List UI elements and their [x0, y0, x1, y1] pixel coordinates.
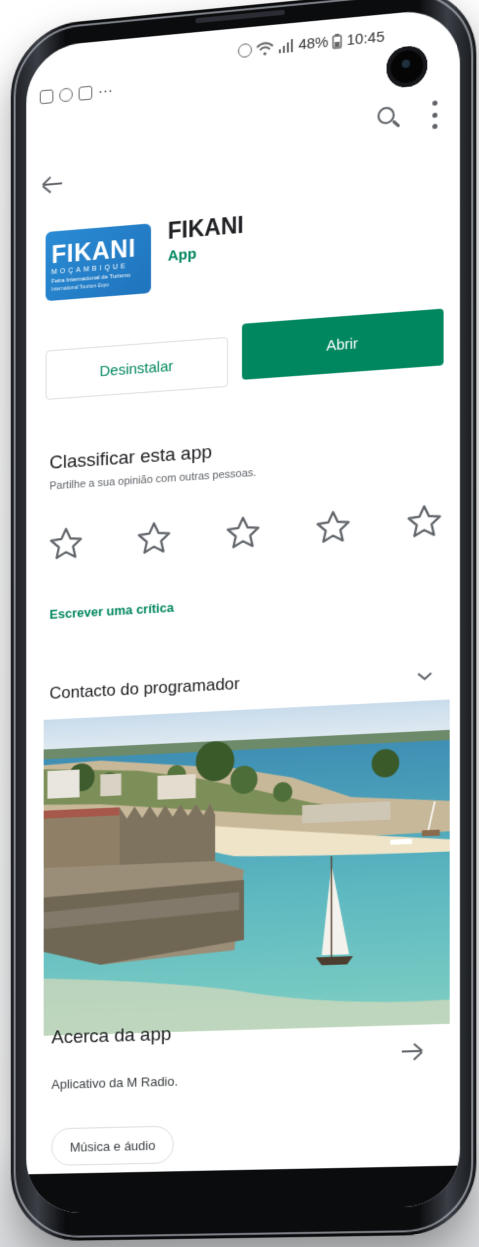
chevron-down-icon[interactable]: [417, 670, 431, 685]
star-icon-1[interactable]: [48, 524, 85, 564]
phone-screen: 48% 10:45 ··· FIKANI MOÇAMBIQUE Feira In…: [26, 7, 460, 1214]
status-more: ···: [98, 81, 113, 100]
stage: 48% 10:45 ··· FIKANI MOÇAMBIQUE Feira In…: [0, 0, 479, 1247]
write-review-link[interactable]: Escrever uma crítica: [49, 600, 173, 622]
developer-contact-title: Contacto do programador: [49, 674, 240, 703]
arrow-forward-icon[interactable]: [401, 1041, 423, 1062]
star-icon-3[interactable]: [224, 513, 262, 553]
front-camera: [386, 44, 428, 89]
search-icon[interactable]: [374, 103, 402, 134]
status-time: 10:45: [346, 28, 385, 50]
screen-bottom-edge: [26, 1165, 460, 1214]
app-icon: FIKANI MOÇAMBIQUE Feira Internacional de…: [45, 223, 152, 302]
rating-title: Classificar esta app: [49, 441, 213, 474]
star-icon-2[interactable]: [135, 518, 172, 558]
app-category[interactable]: App: [168, 246, 197, 265]
wifi-icon: [256, 41, 274, 55]
phone-frame: 48% 10:45 ··· FIKANI MOÇAMBIQUE Feira In…: [10, 0, 477, 1242]
status-bar-left: ···: [39, 81, 113, 106]
status-bar-right: 48% 10:45: [238, 28, 385, 59]
star-icon-5[interactable]: [405, 501, 444, 542]
open-button[interactable]: Abrir: [241, 308, 444, 380]
app-title: FIKANI: [167, 211, 244, 244]
about-description: Aplicativo da M Radio.: [51, 1073, 178, 1092]
battery-icon: [333, 33, 343, 49]
about-title: Acerca da app: [51, 1024, 172, 1049]
action-buttons: Desinstalar Abrir: [45, 308, 444, 400]
star-icon-4[interactable]: [314, 507, 352, 548]
battery-percent: 48%: [298, 33, 329, 54]
top-app-bar: [26, 94, 460, 194]
alarm-icon: [238, 42, 253, 58]
app-header: FIKANI MOÇAMBIQUE Feira Internacional de…: [45, 185, 440, 307]
app-screenshot-photo[interactable]: [43, 699, 450, 1036]
rating-stars: [48, 501, 444, 573]
dollar-icon: [59, 86, 73, 103]
signal-icon: [278, 38, 294, 53]
more-vert-icon[interactable]: [429, 100, 439, 130]
category-chip[interactable]: Música e áudio: [51, 1125, 175, 1166]
earpiece: [195, 9, 285, 24]
arrow-back-icon[interactable]: [41, 173, 65, 195]
coastal-fort-image: [43, 699, 450, 1036]
image-icon: [39, 88, 54, 104]
mail-icon: [78, 85, 93, 101]
uninstall-button[interactable]: Desinstalar: [45, 336, 229, 400]
